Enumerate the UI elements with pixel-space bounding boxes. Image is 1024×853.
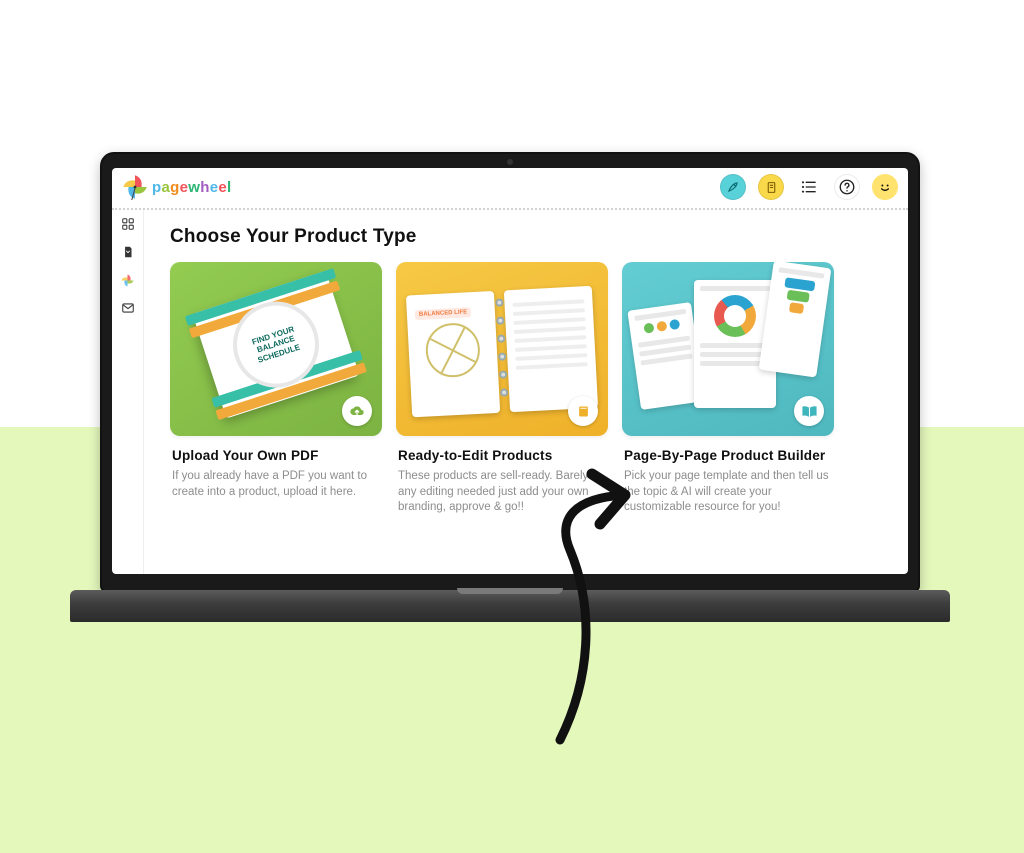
card-thumb-builder	[622, 262, 834, 436]
card-badge	[794, 396, 824, 426]
card-title: Page-By-Page Product Builder	[624, 448, 832, 463]
card-desc: These products are sell-ready. Barely an…	[398, 469, 606, 516]
app-screen: pagewheel	[112, 168, 908, 574]
camera-dot	[507, 159, 513, 165]
binder-tag: BALANCED LIFE	[415, 307, 472, 320]
book-illustration: FIND YOUR BALANCE SCHEDULE	[192, 271, 359, 419]
card-title: Ready-to-Edit Products	[398, 448, 606, 463]
smile-icon	[876, 178, 894, 196]
list-button[interactable]	[796, 174, 822, 200]
nav-page[interactable]	[120, 244, 136, 260]
card-page-builder[interactable]: Page-By-Page Product Builder Pick your p…	[622, 262, 834, 516]
laptop-notch	[457, 588, 563, 594]
list-icon	[801, 180, 817, 194]
rocket-icon	[726, 180, 740, 194]
card-ready-to-edit[interactable]: BALANCED LIFE	[396, 262, 608, 516]
card-desc: Pick your page template and then tell us…	[624, 469, 832, 516]
card-title: Upload Your Own PDF	[172, 448, 380, 463]
laptop-base	[70, 590, 950, 622]
main-content: Choose Your Product Type FIND YOUR BALAN…	[144, 210, 908, 574]
nav-grid[interactable]	[120, 216, 136, 232]
open-book-icon	[801, 404, 818, 419]
book-icon	[576, 404, 591, 419]
product-type-cards: FIND YOUR BALANCE SCHEDULE Upload Your O…	[170, 262, 882, 516]
book-cover-label: FIND YOUR BALANCE SCHEDULE	[235, 319, 318, 369]
card-desc: If you already have a PDF you want to cr…	[172, 469, 380, 500]
side-nav	[112, 210, 144, 574]
pinwheel-icon	[120, 273, 135, 288]
nav-brand[interactable]	[120, 272, 136, 288]
nav-mail[interactable]	[120, 300, 136, 316]
page-title: Choose Your Product Type	[170, 226, 882, 248]
pinwheel-icon	[122, 174, 148, 200]
brand-logo[interactable]: pagewheel	[122, 174, 231, 200]
cloud-upload-icon	[349, 403, 365, 419]
brand-name: pagewheel	[152, 179, 231, 196]
help-button[interactable]	[834, 174, 860, 200]
card-upload-pdf[interactable]: FIND YOUR BALANCE SCHEDULE Upload Your O…	[170, 262, 382, 516]
help-icon	[838, 178, 856, 196]
card-badge	[568, 396, 598, 426]
rocket-button[interactable]	[720, 174, 746, 200]
card-badge	[342, 396, 372, 426]
card-thumb-upload: FIND YOUR BALANCE SCHEDULE	[170, 262, 382, 436]
laptop-frame: pagewheel	[70, 152, 950, 662]
top-bar: pagewheel	[112, 168, 908, 210]
mail-icon	[121, 301, 135, 315]
document-icon	[765, 181, 778, 194]
page-icon	[121, 245, 135, 259]
profile-smile-button[interactable]	[872, 174, 898, 200]
grid-icon	[121, 217, 135, 231]
document-button[interactable]	[758, 174, 784, 200]
card-thumb-ready: BALANCED LIFE	[396, 262, 608, 436]
